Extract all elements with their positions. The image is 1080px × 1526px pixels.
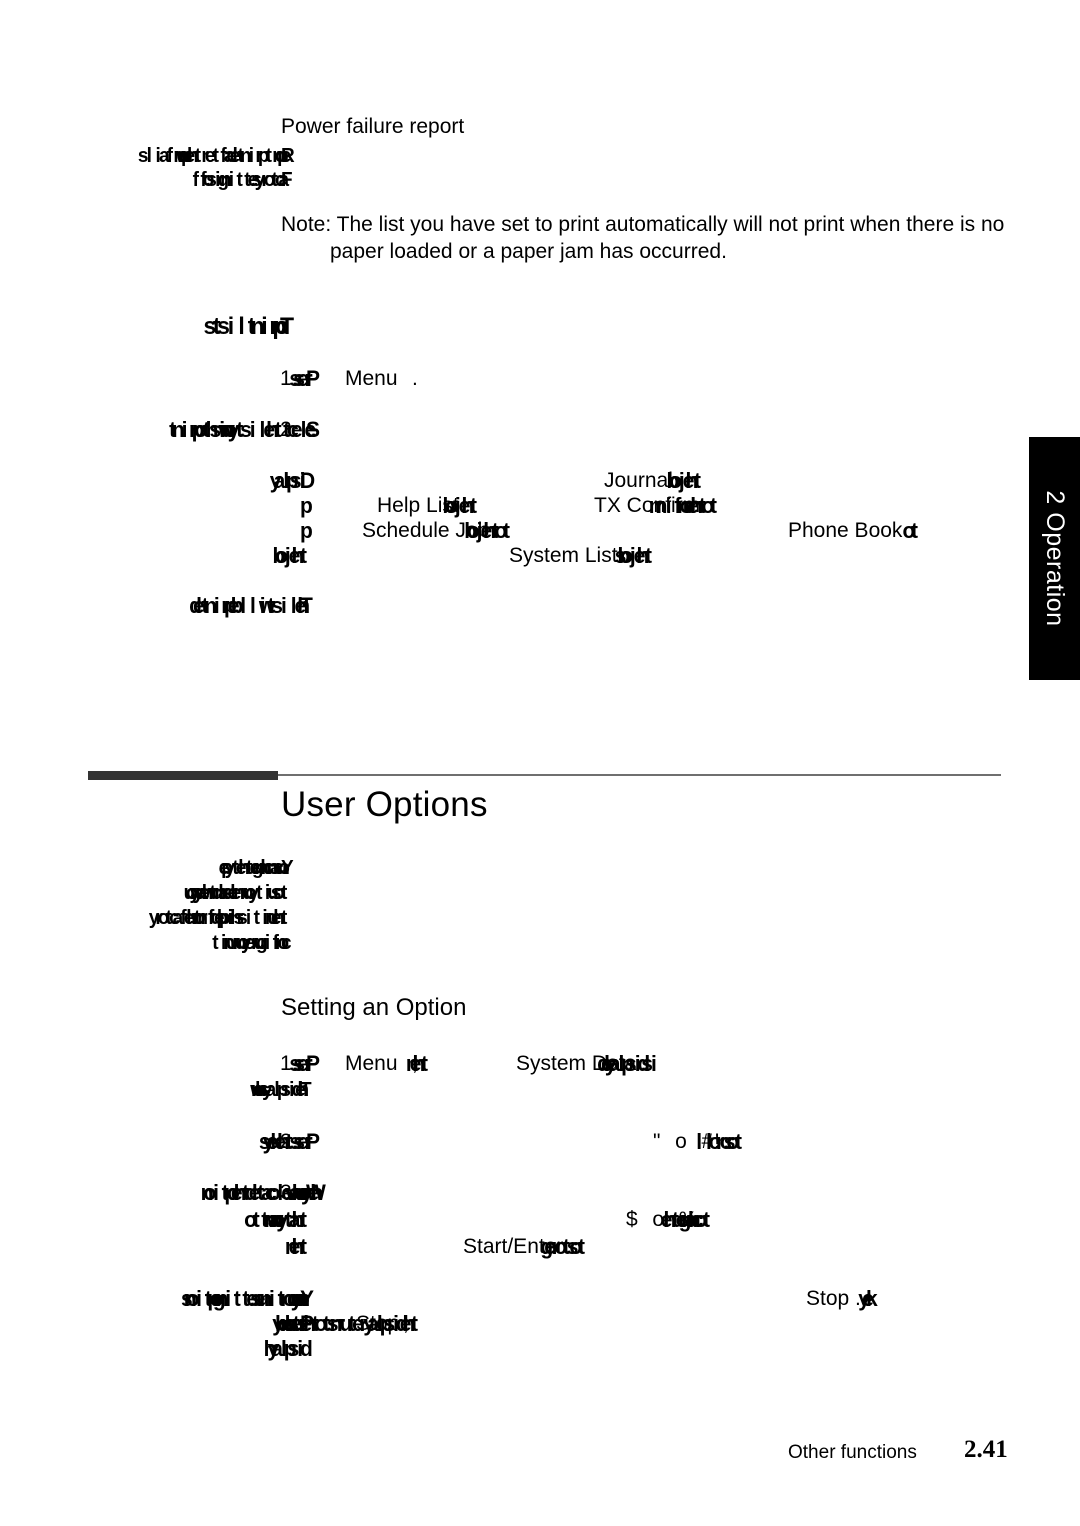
setting-step-2-arrow-symbols[interactable]: " o #!: [653, 1130, 721, 1153]
closing-line-2-stop-key[interactable]: Stop: [356, 1312, 399, 1335]
list-item-journal[interactable]: Journal: [604, 469, 673, 492]
list-item-system-list[interactable]: System List: [509, 544, 618, 567]
setting-step-3-number: 3.: [280, 1181, 298, 1204]
footer-section-label: Other functions: [788, 1442, 917, 1463]
setting-an-option-heading: Setting an Option: [281, 994, 467, 1021]
setting-step-2-number: 2.: [280, 1130, 298, 1153]
setting-step-1-number: 1.: [280, 1052, 298, 1075]
print-step-2-number: 2.: [280, 418, 298, 441]
setting-step-3-start-enter-key[interactable]: Start/Enter: [463, 1235, 563, 1258]
chapter-side-tab: 2 Operation: [1029, 437, 1080, 680]
power-failure-report-heading: Power failure report: [281, 115, 465, 138]
closing-line-1-stop-key[interactable]: Stop: [806, 1287, 849, 1310]
heading-rule-thin: [278, 774, 1001, 776]
manual-page: Power failure report Reportprintedaftert…: [0, 0, 1080, 1526]
print-step-1-suffix: .: [412, 367, 418, 390]
note-line-1: Note: The list you have set to print aut…: [281, 213, 1005, 236]
closing-line-1-suffix: .: [855, 1287, 861, 1310]
setting-step-3-arrow-symbols[interactable]: $ o %: [626, 1208, 698, 1231]
closing-line-2-comma: ,: [403, 1312, 409, 1335]
heading-rule-thick: [88, 771, 278, 780]
note-line-2: paper loaded or a paper jam has occurred…: [330, 240, 727, 263]
page-title: User Options: [281, 785, 488, 824]
list-item-phone-book[interactable]: Phone Book: [788, 519, 902, 542]
list-item-schedule-job[interactable]: Schedule Job: [362, 519, 489, 542]
footer-page-number: 2.41: [964, 1436, 1008, 1463]
print-step-1-number: 1.: [280, 367, 298, 390]
setting-step-1-comma: ,: [412, 1052, 418, 1075]
list-item-tx-confirm[interactable]: TX Confirm: [594, 494, 700, 517]
list-item-help-list[interactable]: Help List: [377, 494, 459, 517]
print-step-1-menu-key[interactable]: Menu: [345, 367, 398, 390]
chapter-side-tab-label: 2 Operation: [1041, 490, 1069, 627]
setting-step-1-menu-key[interactable]: Menu: [345, 1052, 398, 1075]
setting-step-1-system-data-key[interactable]: System Data: [516, 1052, 636, 1075]
